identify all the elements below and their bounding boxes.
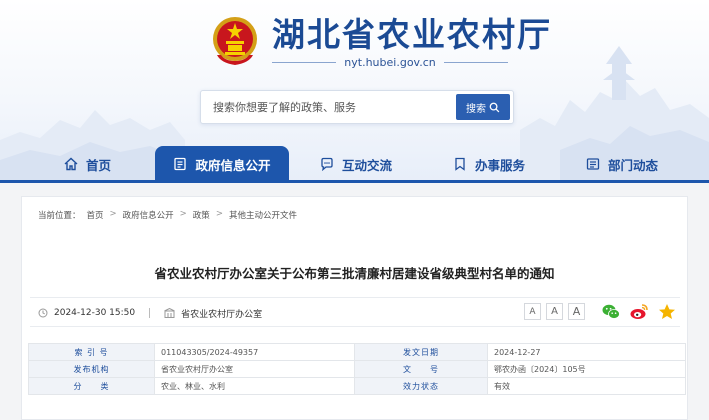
issue-date-value: 2024-12-27: [487, 343, 686, 361]
document-icon: [174, 157, 187, 171]
article-meta-bar: 2024-12-30 15:50 省农业农村厅办公室 A A A: [30, 297, 680, 327]
category-label: 分 类: [28, 377, 155, 395]
nav-item-gov-info[interactable]: 政府信息公开: [155, 146, 289, 182]
site-title[interactable]: 湖北省农业农村厅: [272, 15, 552, 55]
divider-line: [443, 61, 509, 63]
font-size-small-button[interactable]: A: [524, 303, 541, 320]
publish-datetime: 2024-12-30 15:50: [54, 308, 136, 318]
nav-item-home[interactable]: 首页: [64, 146, 111, 182]
nav-item-label: 互动交流: [342, 157, 393, 173]
index-number-value: 011043305/2024-49357: [154, 343, 355, 361]
font-size-large-button[interactable]: A: [568, 303, 585, 320]
breadcrumb-link[interactable]: 首页: [87, 209, 104, 221]
breadcrumb-link[interactable]: 政府信息公开: [123, 209, 174, 221]
table-row: 发布机构 省农业农村厅办公室 文 号 鄂农办函〔2024〕105号: [28, 360, 686, 378]
search-icon: [489, 102, 500, 112]
article-title: 省农业农村厅办公室关于公布第三批清廉村居建设省级典型村名单的通知: [154, 266, 555, 281]
breadcrumb-link[interactable]: 其他主动公开文件: [229, 209, 297, 221]
table-row: 索 引 号 011043305/2024-49357 发文日期 2024-12-…: [28, 343, 686, 361]
publisher-label: 发布机构: [28, 360, 155, 378]
clock-icon: [38, 308, 48, 318]
divider-line: [272, 61, 337, 63]
news-icon: [586, 158, 600, 170]
main-nav: 首页 政府信息公开 互动交流 办事服务 部门动态: [0, 146, 709, 182]
article-source: 省农业农村厅办公室: [181, 309, 263, 320]
nav-item-dept-news[interactable]: 部门动态: [586, 146, 658, 182]
publisher-value: 省农业农村厅办公室: [154, 360, 355, 378]
nav-item-label: 政府信息公开: [195, 157, 271, 173]
site-domain: nyt.hubei.gov.cn: [344, 55, 436, 69]
font-size-medium-button[interactable]: A: [546, 303, 563, 320]
search-input[interactable]: [201, 91, 457, 123]
index-number-label: 索 引 号: [28, 343, 155, 361]
domain-row: nyt.hubei.gov.cn: [272, 54, 509, 70]
nav-item-services[interactable]: 办事服务: [453, 146, 525, 182]
category-value: 农业、林业、水利: [154, 377, 355, 395]
home-icon: [64, 157, 78, 171]
wechat-icon[interactable]: [601, 302, 621, 322]
nav-item-interaction[interactable]: 互动交流: [320, 146, 392, 182]
organization-icon: [164, 308, 175, 318]
bookmark-icon: [455, 157, 465, 171]
chat-icon: [321, 157, 333, 171]
search-box: 搜索: [200, 90, 514, 124]
validity-label: 效力状态: [354, 377, 488, 395]
share-buttons: [601, 302, 677, 322]
font-size-controls: A A A: [524, 303, 585, 320]
table-row: 分 类 农业、林业、水利 效力状态 有效: [28, 377, 686, 395]
meta-divider: [149, 308, 151, 318]
breadcrumb-link[interactable]: 政策: [193, 209, 210, 221]
search-button[interactable]: 搜索: [456, 94, 510, 120]
search-button-label: 搜索: [466, 103, 486, 115]
breadcrumb: 当前位置： 首页 > 政府信息公开 > 政策 > 其他主动公开文件: [38, 209, 297, 221]
article-meta: 2024-12-30 15:50 省农业农村厅办公室: [38, 298, 262, 328]
document-number-label: 文 号: [354, 360, 488, 378]
breadcrumb-separator: >: [215, 209, 223, 219]
nav-item-label: 首页: [86, 157, 112, 173]
document-number-value: 鄂农办函〔2024〕105号: [487, 360, 686, 378]
validity-value: 有效: [487, 377, 686, 395]
issue-date-label: 发文日期: [354, 343, 488, 361]
article-panel: 当前位置： 首页 > 政府信息公开 > 政策 > 其他主动公开文件 省农业农村厅…: [21, 196, 688, 420]
breadcrumb-separator: >: [179, 209, 187, 219]
national-emblem-icon: [213, 17, 257, 65]
nav-item-label: 办事服务: [475, 157, 526, 173]
nav-item-label: 部门动态: [608, 157, 659, 173]
breadcrumb-separator: >: [109, 209, 117, 219]
breadcrumb-prefix: 当前位置：: [38, 211, 81, 221]
weibo-icon[interactable]: [629, 302, 649, 322]
document-info-table: 索 引 号 011043305/2024-49357 发文日期 2024-12-…: [28, 343, 686, 395]
favorite-star-icon[interactable]: [657, 302, 677, 322]
